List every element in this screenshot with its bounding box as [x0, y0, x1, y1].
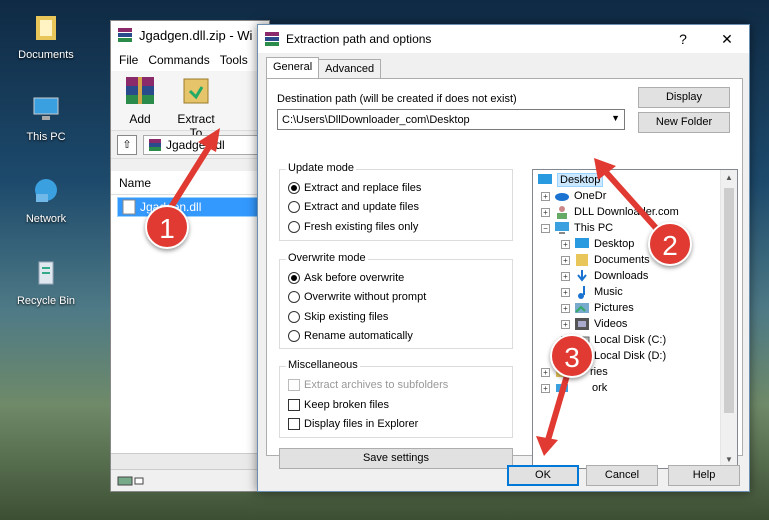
arrow-1 [165, 128, 220, 215]
step-badge-2: 2 [648, 222, 692, 266]
step-badge-3: 3 [550, 334, 594, 378]
step-badge-1: 1 [145, 205, 189, 249]
arrow-2 [594, 158, 659, 231]
arrow-3 [536, 369, 571, 456]
annotation-arrows [165, 128, 659, 456]
